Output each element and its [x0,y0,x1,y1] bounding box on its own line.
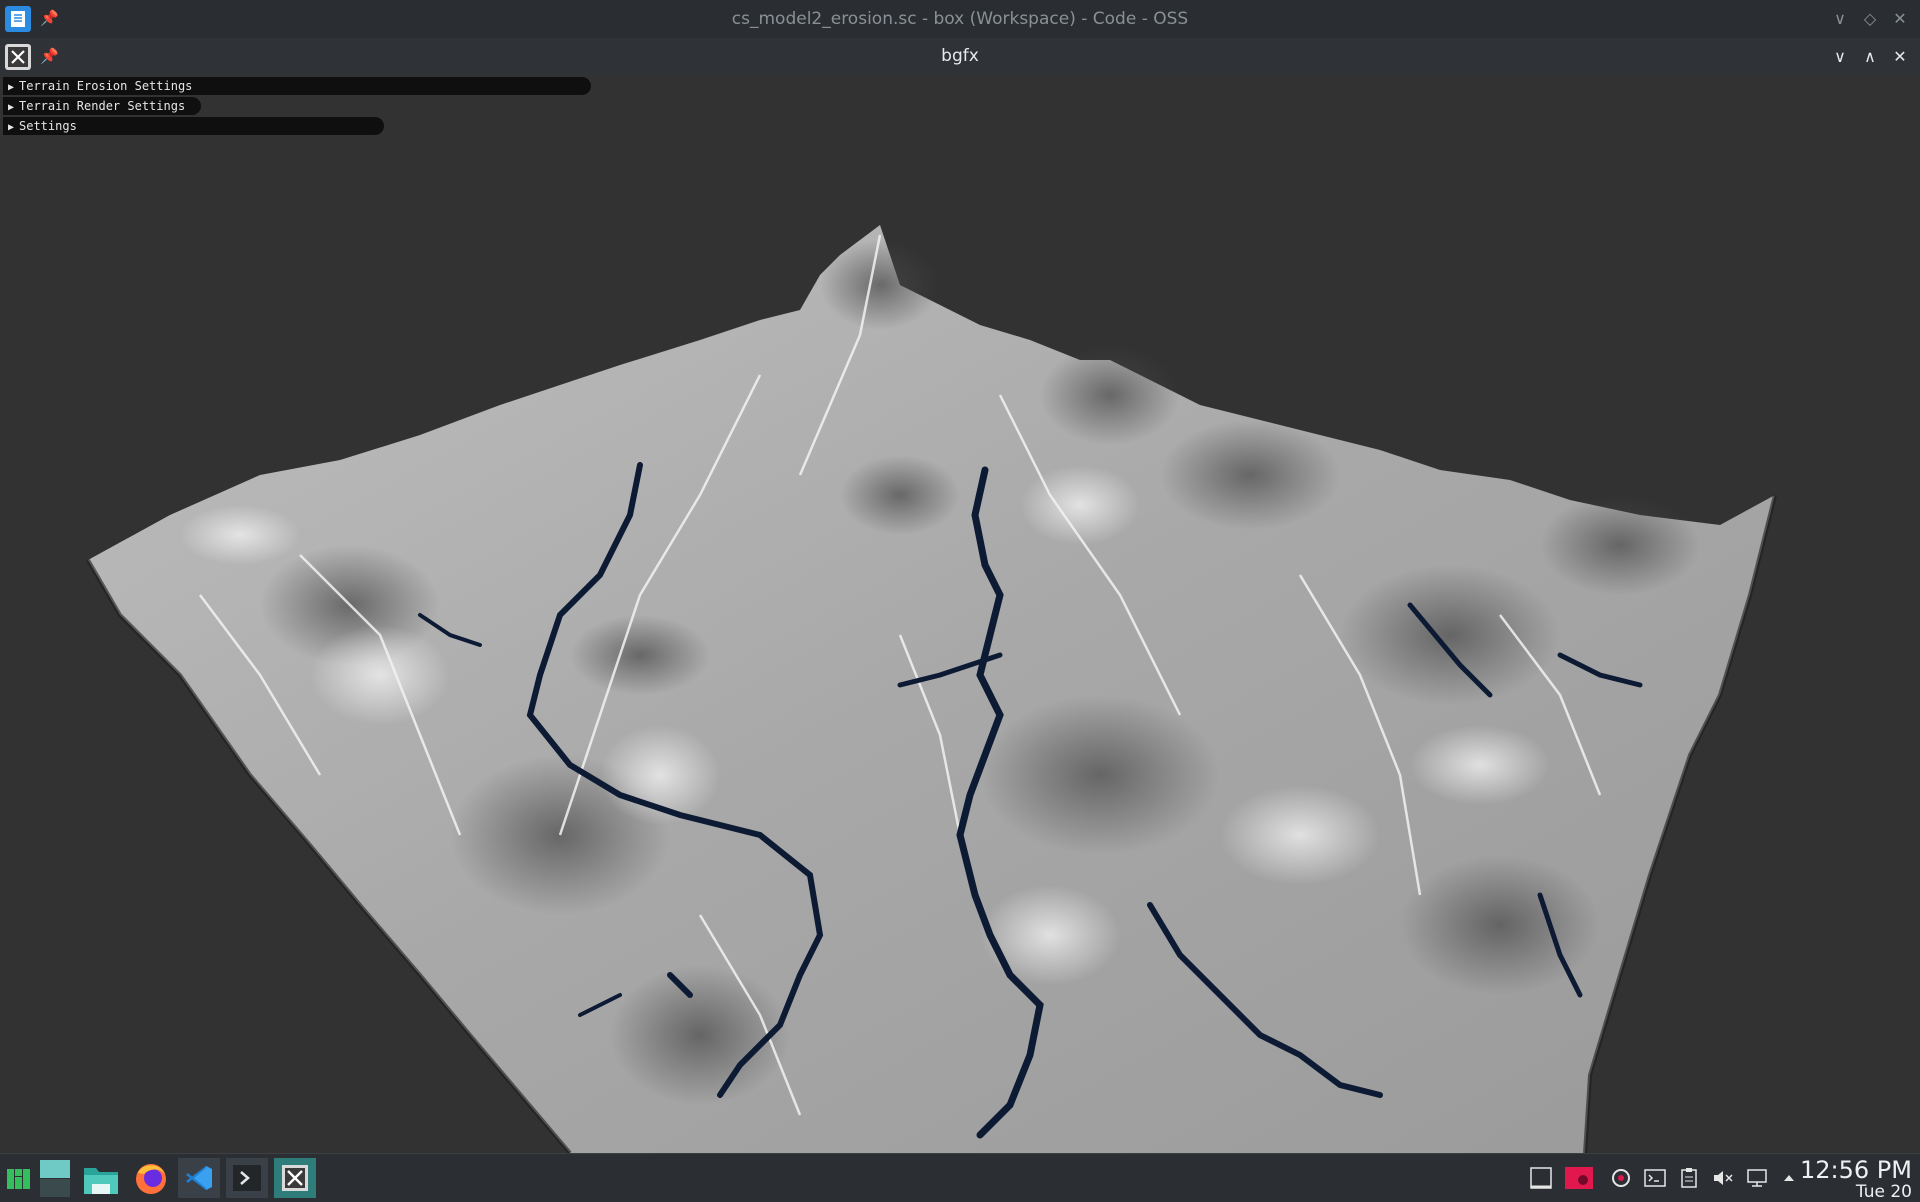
back-window-title: cs_model2_erosion.sc - box (Workspace) -… [731,9,1189,29]
file-manager-icon[interactable] [80,1158,122,1198]
header-label: Settings [19,119,77,133]
warning-app-icon[interactable] [1565,1167,1593,1189]
front-window-titlebar[interactable]: 📌 bgfx ∨ ∧ ✕ [0,38,1920,75]
minimize-button[interactable]: ∨ [1826,38,1854,75]
clipboard-icon[interactable] [1678,1167,1700,1189]
close-button[interactable]: ✕ [1886,38,1914,75]
expand-arrow-icon: ▶ [7,82,15,93]
terrain-render-settings-header[interactable]: ▶ Terrain Render Settings [3,97,201,115]
expand-tray-icon[interactable] [1778,1167,1800,1189]
maximize-button[interactable]: ∧ [1856,38,1884,75]
manjaro-menu-icon[interactable] [2,1158,34,1198]
close-button[interactable]: ✕ [1886,0,1914,38]
expand-arrow-icon: ▶ [7,122,15,133]
header-label: Terrain Erosion Settings [19,79,193,93]
terminal-icon[interactable] [226,1158,268,1198]
header-label: Terrain Render Settings [19,99,186,113]
desktop-pager-icon[interactable] [36,1158,76,1198]
front-window-title: bgfx [941,46,979,66]
terminal-tray-icon[interactable] [1644,1167,1666,1189]
clock[interactable]: 12:56 PM Tue 20 [1800,1156,1912,1201]
restore-button[interactable]: ◇ [1856,0,1884,38]
display-icon[interactable] [1530,1167,1552,1189]
update-icon[interactable] [1610,1167,1632,1189]
clock-time: 12:56 PM [1800,1156,1912,1184]
expand-arrow-icon: ▶ [7,102,15,113]
network-icon[interactable] [1746,1167,1768,1189]
vscode-icon[interactable] [178,1158,220,1198]
taskbar: 12:56 PM Tue 20 [0,1153,1920,1201]
volume-muted-icon[interactable] [1712,1167,1734,1189]
minimize-button[interactable]: ∨ [1826,0,1854,38]
clock-date: Tue 20 [1855,1182,1912,1202]
terrain-render[interactable] [0,75,1920,1153]
firefox-icon[interactable] [130,1158,172,1198]
terrain-erosion-settings-header[interactable]: ▶ Terrain Erosion Settings [3,77,591,95]
back-window-titlebar[interactable]: 📌 cs_model2_erosion.sc - box (Workspace)… [0,0,1920,39]
render-viewport[interactable]: ▶ Terrain Erosion Settings ▶ Terrain Rende… [0,75,1920,1153]
bgfx-app-icon[interactable] [274,1158,316,1198]
settings-header[interactable]: ▶ Settings [3,117,384,135]
